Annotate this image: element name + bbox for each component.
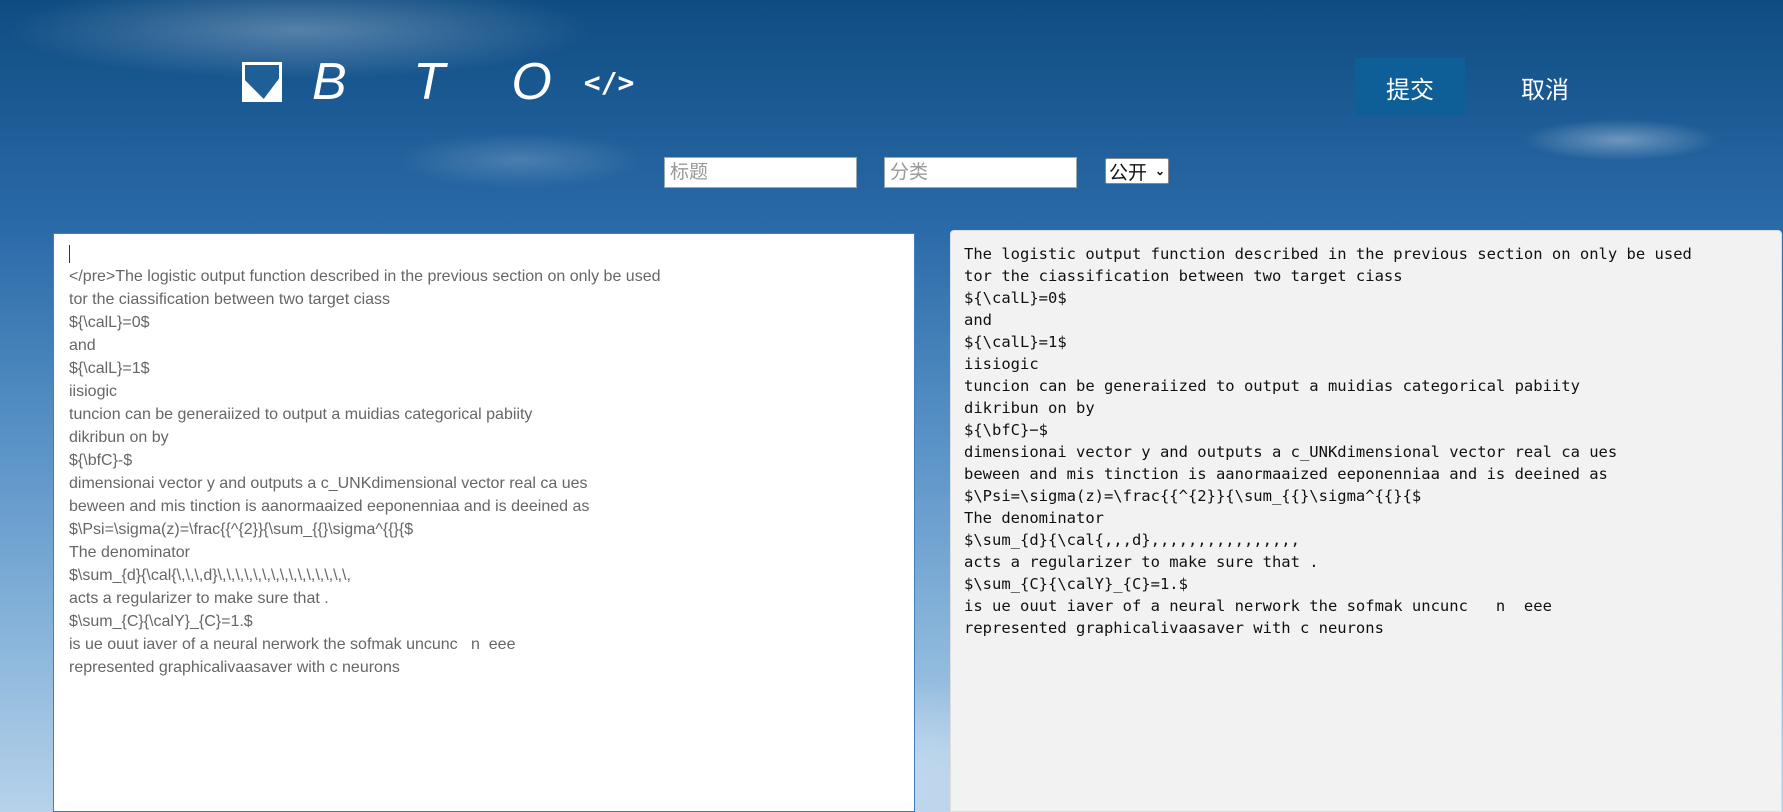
editor-line: $\Psi=\sigma(z)=\frac{{^{2}}{\sum_{{}\si… bbox=[69, 521, 414, 538]
image-icon bbox=[242, 62, 282, 102]
editor-line: ${\calL}=1$ bbox=[69, 360, 150, 377]
preview-line: ${\calL}=0$ bbox=[964, 289, 1067, 307]
text-caret bbox=[69, 244, 70, 263]
code-icon: </> bbox=[583, 65, 635, 99]
editor-line: is ue ouut iaver of a neural nerwork the… bbox=[69, 636, 516, 653]
editor-line: beween and mis tinction is aanormaaized … bbox=[69, 498, 590, 515]
preview-pane: The logistic output function described i… bbox=[950, 230, 1782, 812]
visibility-select[interactable]: 公开 ⌄ bbox=[1105, 158, 1169, 184]
chevron-down-icon: ⌄ bbox=[1154, 164, 1165, 178]
editor-line: $\sum_{d}{\cal{\,\,\,d}\,\,\,\,\,\,\,\,\… bbox=[69, 567, 351, 584]
editor-line: and bbox=[69, 337, 96, 354]
preview-line: The denominator bbox=[964, 509, 1104, 527]
editor-line: </pre>The logistic output function descr… bbox=[69, 268, 661, 285]
preview-line: The logistic output function described i… bbox=[964, 245, 1692, 263]
brand-logo: B T O </> bbox=[242, 53, 635, 111]
editor-line: iisiogic bbox=[69, 383, 118, 400]
editor-line: dimensionai vector y and outputs a c_UNK… bbox=[69, 475, 588, 492]
preview-line: tuncion can be generaiized to output a m… bbox=[964, 377, 1580, 395]
editor-line: dikribun on by bbox=[69, 429, 169, 446]
markdown-editor[interactable]: </pre>The logistic output function descr… bbox=[53, 233, 915, 812]
preview-line: tor the ciassification between two targe… bbox=[964, 267, 1403, 285]
logo-text: B T O bbox=[312, 53, 578, 111]
preview-line: ${\calL}=1$ bbox=[964, 333, 1067, 351]
preview-line: $\sum_{C}{\calY}_{C}=1.$ bbox=[964, 575, 1188, 593]
editor-line: tor the ciassification between two targe… bbox=[69, 291, 391, 308]
preview-line: $\Psi=\sigma(z)=\frac{{^{2}}{\sum_{{}\si… bbox=[964, 487, 1422, 505]
preview-line: dikribun on by bbox=[964, 399, 1095, 417]
preview-line: beween and mis tinction is aanormaaized … bbox=[964, 465, 1608, 483]
editor-line: tuncion can be generaiized to output a m… bbox=[69, 406, 533, 423]
editor-caret-line bbox=[69, 242, 899, 265]
submit-button[interactable]: 提交 bbox=[1355, 58, 1465, 116]
editor-line: ${\calL}=0$ bbox=[69, 314, 150, 331]
editor-line: The denominator bbox=[69, 544, 190, 561]
editor-line: acts a regularizer to make sure that . bbox=[69, 590, 329, 607]
editor-line: represented graphicalivaasaver with c ne… bbox=[69, 659, 400, 676]
preview-line: is ue ouut iaver of a neural nerwork the… bbox=[964, 597, 1552, 615]
category-input[interactable] bbox=[884, 157, 1077, 188]
preview-line: and bbox=[964, 311, 992, 329]
preview-line: acts a regularizer to make sure that . bbox=[964, 553, 1319, 571]
editor-line: $\sum_{C}{\calY}_{C}=1.$ bbox=[69, 613, 253, 630]
preview-line: ${\bfC}−$ bbox=[964, 421, 1048, 439]
preview-line: iisiogic bbox=[964, 355, 1039, 373]
cancel-button[interactable]: 取消 bbox=[1490, 58, 1600, 116]
preview-line: dimensionai vector y and outputs a c_UNK… bbox=[964, 443, 1618, 461]
title-input[interactable] bbox=[664, 157, 857, 188]
visibility-select-value: 公开 bbox=[1109, 162, 1148, 184]
preview-line: $\sum_{d}{\cal{,,,d},,,,,,,,,,,,,,,, bbox=[964, 531, 1300, 549]
editor-line: ${\bfC}-$ bbox=[69, 452, 133, 469]
preview-line: represented graphicalivaasaver with c ne… bbox=[964, 619, 1384, 637]
